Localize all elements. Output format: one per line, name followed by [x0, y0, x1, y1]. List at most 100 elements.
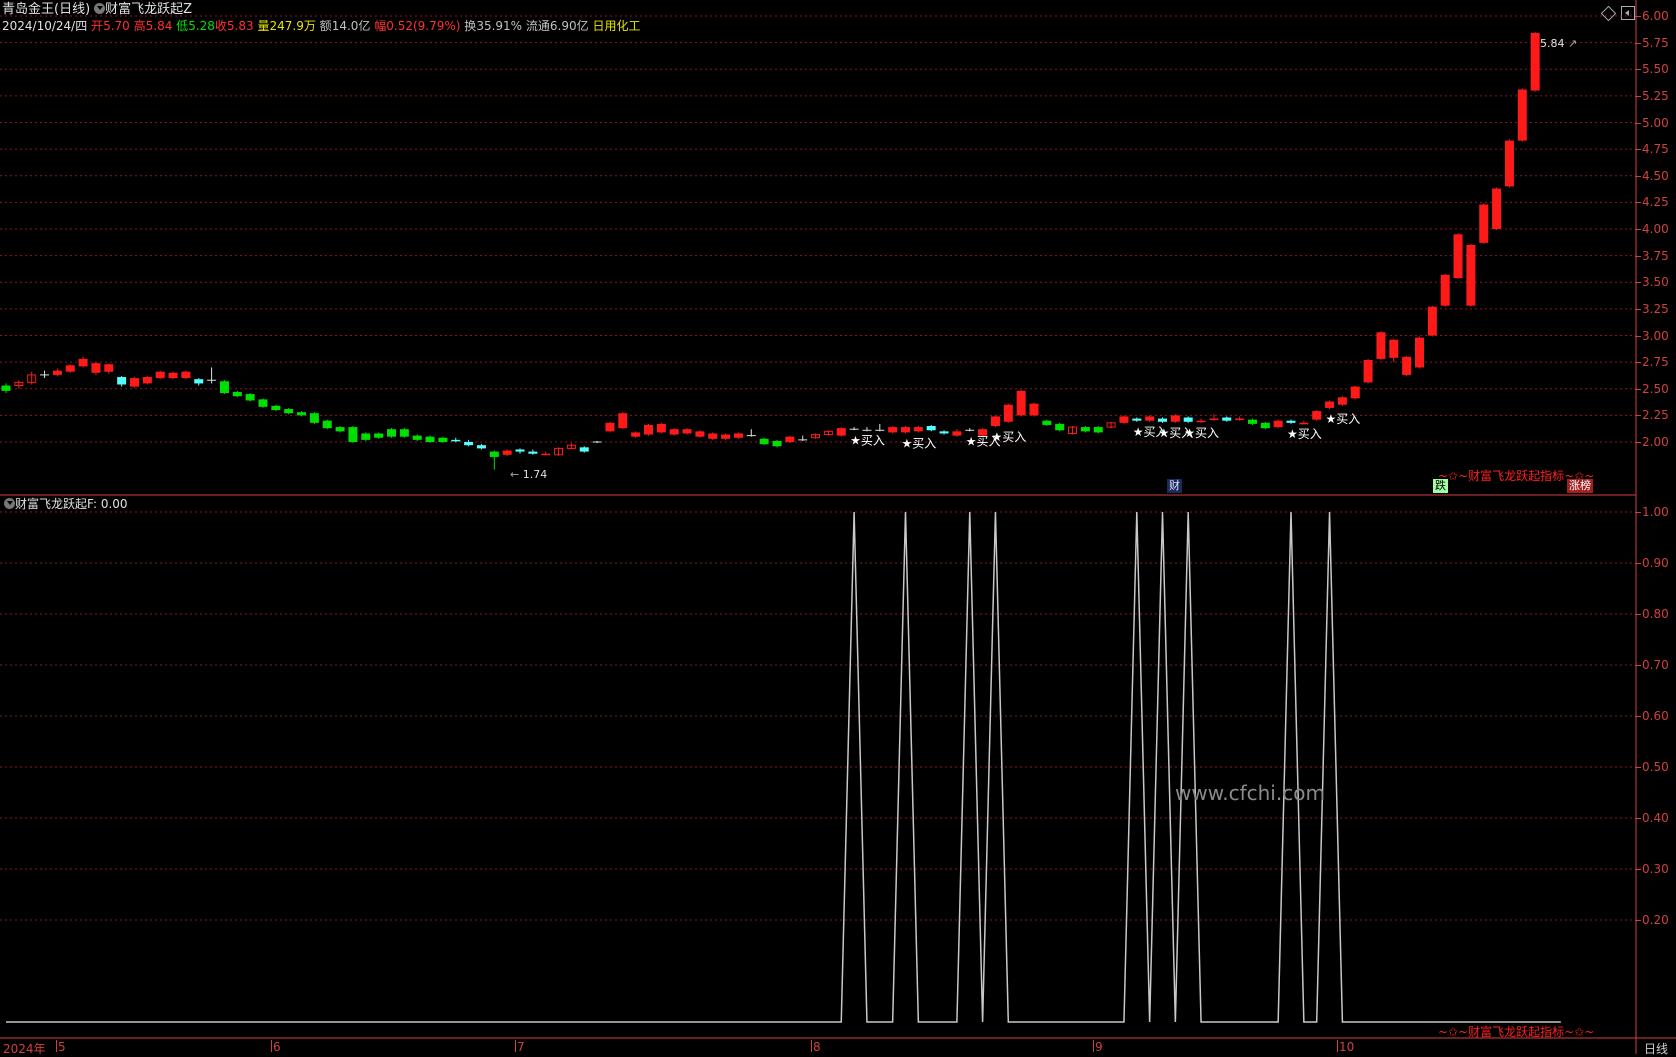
- candle: [1235, 416, 1245, 421]
- candle-body: [1299, 422, 1309, 425]
- candle: [1145, 415, 1155, 422]
- sub-indicator-header: 财富飞龙跃起F: 0.00: [2, 496, 128, 512]
- candle-body: [1196, 420, 1206, 423]
- candle-body: [1042, 420, 1052, 425]
- candle: [554, 447, 564, 456]
- candle: [207, 367, 217, 384]
- price-axis-label: 2.00: [1642, 435, 1669, 449]
- candle-body: [245, 394, 255, 401]
- time-axis-label: 5: [58, 1040, 66, 1054]
- price-axis-tick: [1635, 415, 1641, 417]
- candle-body: [1376, 332, 1386, 359]
- price-axis-label: 2.25: [1642, 408, 1669, 423]
- price-axis-tick: [1635, 255, 1641, 257]
- candle: [258, 398, 268, 408]
- price-axis-tick: [1635, 229, 1641, 230]
- candlestick-chart[interactable]: ★买入 ★买入 ★买入★买入 ★买入★买入★买入 ★买入★买入: [0, 0, 1676, 1054]
- candle-body: [425, 436, 435, 442]
- candle: [374, 432, 384, 439]
- period-button[interactable]: 日线: [1644, 1040, 1668, 1057]
- tag-cai[interactable]: 财: [1167, 479, 1182, 493]
- candle-body: [1427, 306, 1437, 336]
- candle: [541, 451, 551, 456]
- sub-axis-label: 0.20: [1642, 913, 1669, 927]
- candle-body: [309, 413, 319, 423]
- price-axis-label: 2.75: [1642, 355, 1669, 370]
- price-axis-label: 3.00: [1642, 328, 1669, 343]
- sub-indicator-name[interactable]: 财富飞龙跃起F: [15, 497, 93, 511]
- candle: [849, 427, 859, 431]
- candle: [1016, 389, 1026, 417]
- candle: [759, 437, 769, 446]
- sub-indicator-menu-icon[interactable]: [4, 498, 15, 509]
- candle: [1042, 419, 1052, 427]
- price-axis-tick: [1635, 69, 1641, 71]
- candle: [104, 363, 114, 374]
- candle-body: [901, 427, 910, 433]
- candle: [1363, 358, 1373, 384]
- candle-body: [926, 426, 936, 431]
- candle: [811, 433, 821, 439]
- candle-body: [348, 427, 358, 442]
- candle-body: [489, 451, 499, 457]
- candle: [1337, 396, 1347, 406]
- candle: [1299, 420, 1309, 425]
- candle: [1376, 331, 1386, 360]
- candle: [644, 423, 653, 436]
- time-axis-tick: [56, 1040, 57, 1052]
- indicator-banner-bottom: ~✩~财富飞龙跃起指标~✩~: [1438, 1025, 1595, 1039]
- candle-body: [708, 433, 718, 439]
- candle-body: [888, 427, 898, 433]
- candle-body: [605, 422, 615, 432]
- candle-body: [1209, 418, 1219, 421]
- candle-body: [387, 429, 396, 437]
- candle-body: [1003, 404, 1013, 422]
- price-axis-label: 5.25: [1642, 88, 1669, 103]
- time-axis-label: 6: [273, 1040, 281, 1054]
- candle: [1440, 273, 1450, 307]
- candle: [1504, 139, 1514, 188]
- candle-body: [335, 427, 345, 432]
- candle-body: [297, 412, 307, 416]
- sub-axis-tick: [1635, 920, 1641, 921]
- candle-body: [1273, 420, 1283, 428]
- candle-body: [1325, 401, 1335, 408]
- candle: [40, 370, 50, 379]
- candle-body: [78, 358, 88, 367]
- time-axis-tick: [1093, 1040, 1094, 1052]
- sub-axis-label: 0.50: [1642, 760, 1669, 774]
- sub-axis-label: 0.40: [1642, 811, 1669, 825]
- candle-body: [1016, 390, 1026, 416]
- candle: [708, 432, 718, 440]
- candle-body: [1466, 244, 1476, 306]
- candle: [1517, 88, 1527, 142]
- candle: [399, 428, 409, 438]
- candle: [965, 428, 975, 432]
- tag-zhangting[interactable]: 涨榜: [1567, 479, 1593, 493]
- tag-die[interactable]: 跌: [1433, 479, 1448, 493]
- candle: [1119, 415, 1129, 424]
- candle-body: [1492, 188, 1502, 229]
- candle-body: [1350, 386, 1360, 399]
- candle-body: [117, 377, 127, 385]
- candle-body: [1286, 420, 1296, 423]
- candle-body: [91, 363, 101, 373]
- candle-body: [721, 434, 731, 439]
- candle-body: [104, 364, 114, 372]
- candle-body: [361, 433, 371, 440]
- candle-body: [1158, 418, 1167, 422]
- candle-body: [1312, 411, 1322, 420]
- price-axis-label: 4.25: [1642, 195, 1669, 210]
- candle: [309, 412, 319, 424]
- candle: [605, 421, 615, 433]
- candle-body: [1119, 416, 1129, 423]
- candle: [823, 430, 833, 436]
- candle: [669, 428, 679, 436]
- candle: [155, 370, 165, 380]
- candle: [566, 443, 576, 450]
- candle: [168, 371, 178, 380]
- price-axis-label: 3.25: [1642, 301, 1669, 316]
- candle: [746, 429, 756, 437]
- candle: [913, 426, 923, 433]
- candle: [194, 378, 204, 386]
